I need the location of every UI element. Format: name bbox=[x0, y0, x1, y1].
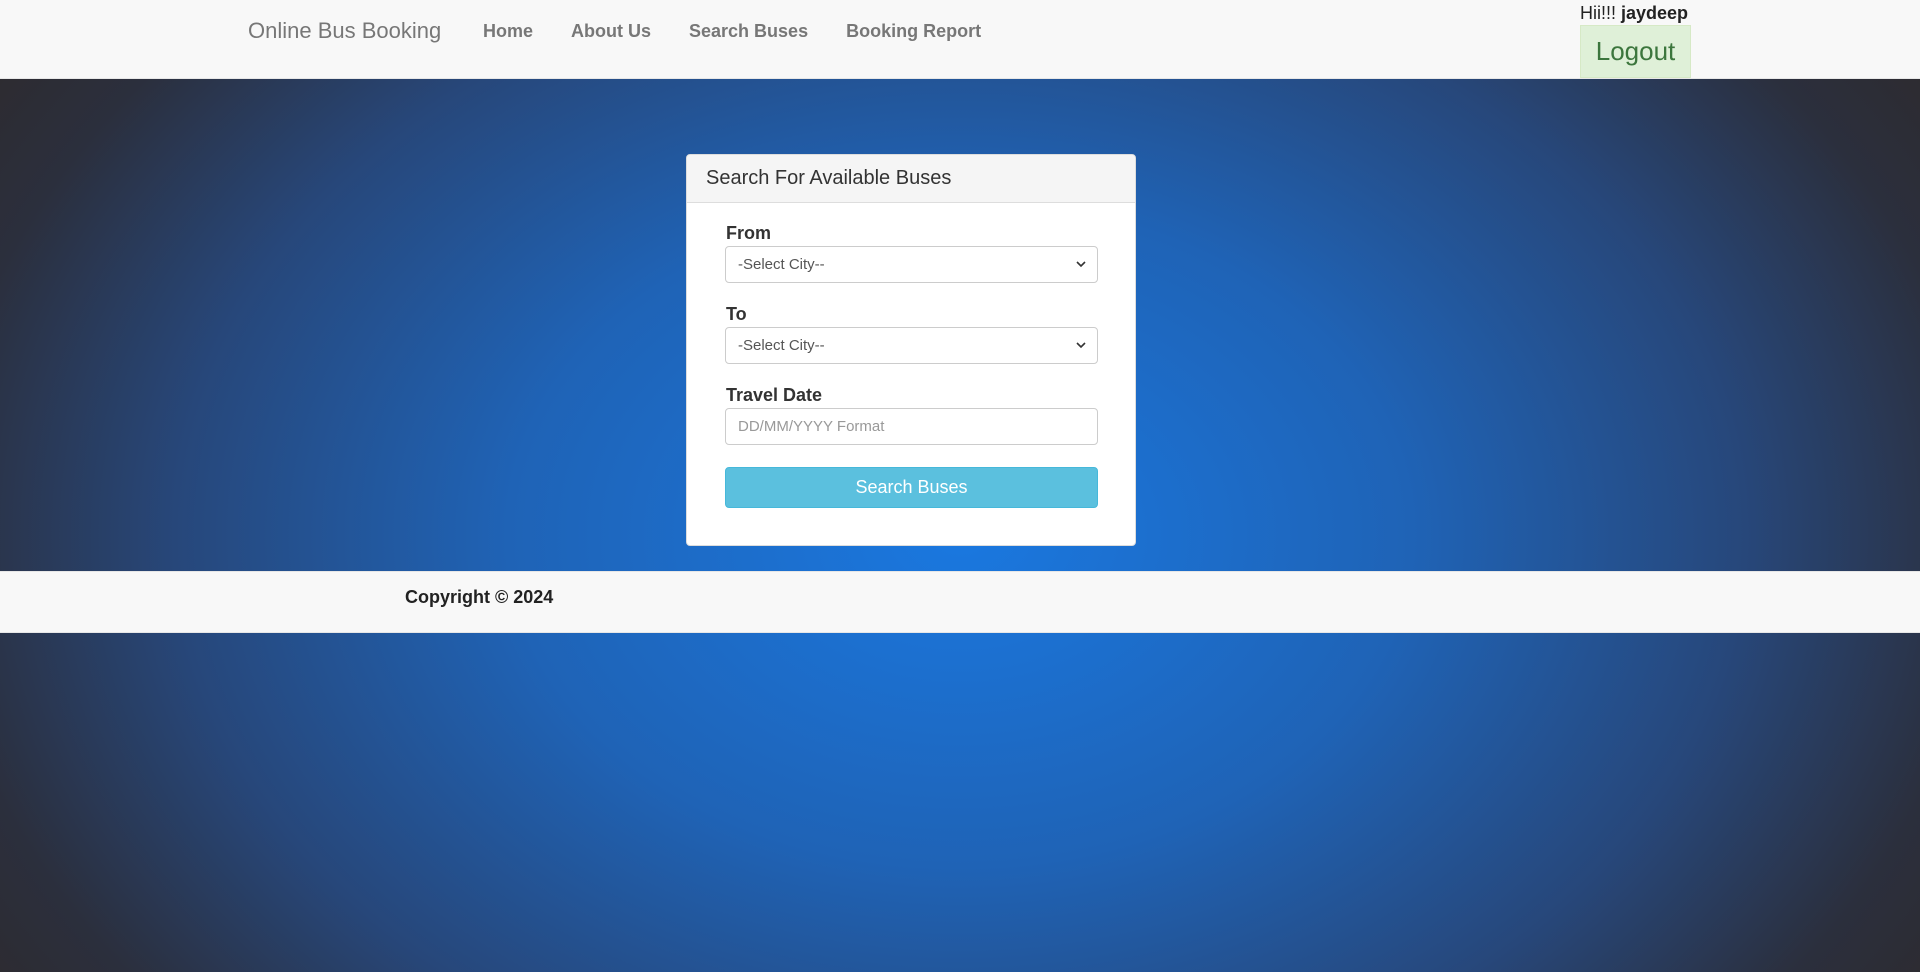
to-label: To bbox=[726, 304, 747, 324]
user-greeting: Hii!!! jaydeep bbox=[1580, 3, 1688, 23]
greeting-prefix: Hii!!! bbox=[1580, 3, 1622, 23]
copyright-text: Copyright © 2024 bbox=[405, 587, 554, 607]
from-city-select[interactable]: -Select City-- bbox=[725, 246, 1098, 283]
search-panel: Search For Available Buses From -Select … bbox=[686, 154, 1136, 546]
panel-title: Search For Available Buses bbox=[687, 155, 1135, 203]
chevron-down-icon bbox=[1076, 261, 1086, 268]
nav-menu: Home About Us Search Buses Booking Repor… bbox=[464, 0, 1000, 62]
footer: Copyright © 2024 bbox=[0, 571, 1920, 633]
nav-item-about-us[interactable]: About Us bbox=[552, 0, 670, 62]
top-navbar: Online Bus Booking Home About Us Search … bbox=[0, 0, 1920, 79]
username: jaydeep bbox=[1621, 3, 1689, 23]
from-label: From bbox=[726, 223, 771, 243]
search-buses-button[interactable]: Search Buses bbox=[725, 467, 1098, 508]
nav-item-home[interactable]: Home bbox=[464, 0, 552, 62]
from-city-value: -Select City-- bbox=[738, 256, 825, 273]
travel-date-label: Travel Date bbox=[726, 385, 823, 405]
brand-link[interactable]: Online Bus Booking bbox=[248, 18, 441, 44]
nav-item-search-buses[interactable]: Search Buses bbox=[670, 0, 827, 62]
chevron-down-icon bbox=[1076, 342, 1086, 349]
logout-button[interactable]: Logout bbox=[1580, 25, 1691, 78]
to-city-select[interactable]: -Select City-- bbox=[725, 327, 1098, 364]
nav-item-booking-report[interactable]: Booking Report bbox=[827, 0, 1000, 62]
travel-date-input[interactable] bbox=[725, 408, 1098, 445]
to-city-value: -Select City-- bbox=[738, 337, 825, 354]
